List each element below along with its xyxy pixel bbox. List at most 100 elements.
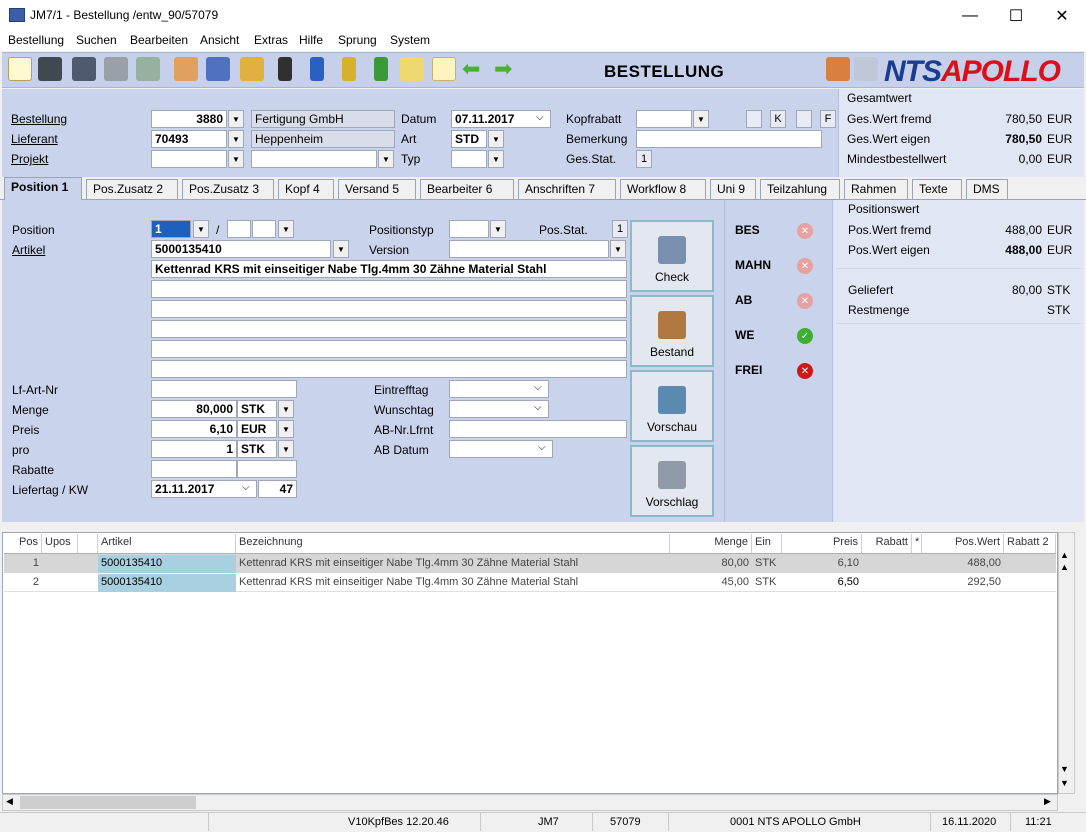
binder-black-icon[interactable] [278,57,292,81]
tab-workflow[interactable]: Workflow 8 [620,179,706,199]
menge-input[interactable]: 80,000 [151,400,237,418]
maximize-button[interactable]: ☐ [993,0,1039,31]
menu-suchen[interactable]: Suchen [76,33,117,47]
user-icon[interactable] [826,57,850,81]
tab-kopf[interactable]: Kopf 4 [278,179,334,199]
bestand-button[interactable]: Bestand [630,295,714,367]
scroll-bottom-icon[interactable]: ▼ [1060,778,1069,788]
artikel-dropdown[interactable]: ▼ [333,240,349,258]
tab-dms[interactable]: DMS [966,179,1008,199]
abdatum-chevron-down-icon[interactable]: ⌵ [538,442,546,453]
binoculars-icon[interactable] [38,57,62,81]
col-artikel[interactable]: Artikel [98,534,236,553]
version-input[interactable] [449,240,609,258]
vorschlag-button[interactable]: Vorschlag [630,445,714,517]
col-upos[interactable]: Upos [42,534,78,553]
menu-ansicht[interactable]: Ansicht [200,33,239,47]
col-bezeichnung[interactable]: Bezeichnung [236,534,670,553]
vorschau-button[interactable]: Vorschau [630,370,714,442]
upos-input-1[interactable] [227,220,251,238]
col-blank[interactable] [78,534,98,553]
datum-chevron-down-icon[interactable]: ⌵ [536,112,544,123]
folder-icon[interactable] [854,57,878,81]
binder-green-icon[interactable] [374,57,388,81]
pro-unit-dropdown[interactable]: ▼ [278,440,294,458]
kopfrabatt-dropdown[interactable]: ▼ [693,110,709,128]
menu-extras[interactable]: Extras [254,33,288,47]
menu-hilfe[interactable]: Hilfe [299,33,323,47]
menu-bestellung[interactable]: Bestellung [8,33,64,47]
bestellung-dropdown[interactable]: ▼ [228,110,244,128]
document-new-icon[interactable] [432,57,456,81]
scroll-top-icon[interactable]: ▲ [1060,550,1069,560]
description-line-2[interactable] [151,280,627,298]
scroll-left-icon[interactable]: ◀ [6,796,13,807]
arrow-left-icon[interactable]: ⬅ [462,58,480,80]
col-menge[interactable]: Menge [670,534,752,553]
preis-input[interactable]: 6,10 [151,420,237,438]
description-line-6[interactable] [151,360,627,378]
upos-input-2[interactable] [252,220,276,238]
artikel-input[interactable]: 5000135410 [151,240,331,258]
user-info-icon[interactable] [206,57,230,81]
menge-unit[interactable]: STK [237,400,277,418]
rabatte-input-2[interactable] [237,460,297,478]
kopfrabatt-input[interactable] [636,110,692,128]
tab-bearbeiter[interactable]: Bearbeiter 6 [420,179,514,199]
projekt-input[interactable] [151,150,227,168]
tab-rahmen[interactable]: Rahmen [844,179,908,199]
positionstyp-dropdown[interactable]: ▼ [490,220,506,238]
flag-k[interactable]: K [770,110,786,128]
binder-yellow-icon[interactable] [342,57,356,81]
recycle-icon[interactable] [136,57,160,81]
flag-f[interactable]: F [820,110,836,128]
binder-blue-icon[interactable] [310,57,324,81]
pro-input[interactable]: 1 [151,440,237,458]
close-button[interactable]: ✕ [1039,0,1085,31]
scroll-down-icon[interactable]: ▼ [1060,764,1069,774]
projekt-dropdown[interactable]: ▼ [228,150,244,168]
tab-uni[interactable]: Uni 9 [710,179,756,199]
eintrefftag-chevron-down-icon[interactable]: ⌵ [534,382,542,393]
scroll-right-icon[interactable]: ▶ [1044,796,1051,807]
menu-system[interactable]: System [390,33,430,47]
positionstyp-input[interactable] [449,220,489,238]
kw-input[interactable]: 47 [258,480,297,498]
bemerkung-input[interactable] [636,130,822,148]
art-dropdown[interactable]: ▼ [488,130,504,148]
lfartnr-input[interactable] [151,380,297,398]
new-document-icon[interactable] [8,57,32,81]
lieferant-label[interactable]: Lieferant [11,132,58,146]
lieferant-input[interactable]: 70493 [151,130,227,148]
col-pos[interactable]: Pos [4,534,42,553]
tab-versand[interactable]: Versand 5 [338,179,416,199]
menu-sprung[interactable]: Sprung [338,33,377,47]
col-poswert[interactable]: Pos.Wert [922,534,1004,553]
menu-bearbeiten[interactable]: Bearbeiten [130,33,188,47]
description-line-3[interactable] [151,300,627,318]
flag-box-1[interactable] [746,110,762,128]
projekt-name-input[interactable] [251,150,377,168]
col-rabatt[interactable]: Rabatt [862,534,912,553]
check-button[interactable]: Check [630,220,714,292]
liefertag-chevron-down-icon[interactable]: ⌵ [242,482,250,493]
version-dropdown[interactable]: ▼ [610,240,626,258]
bestellung-label[interactable]: Bestellung [11,112,67,126]
users-icon[interactable] [174,57,198,81]
preis-unit[interactable]: EUR [237,420,277,438]
upos-dropdown[interactable]: ▼ [278,220,294,238]
bestellung-input[interactable]: 3880 [151,110,227,128]
wunschtag-chevron-down-icon[interactable]: ⌵ [534,402,542,413]
projekt-label[interactable]: Projekt [11,152,48,166]
menge-unit-dropdown[interactable]: ▼ [278,400,294,418]
projekt-name-dropdown[interactable]: ▼ [378,150,394,168]
typ-input[interactable] [451,150,487,168]
description-line-4[interactable] [151,320,627,338]
tab-anschriften[interactable]: Anschriften 7 [518,179,616,199]
scroll-up-icon[interactable]: ▲ [1060,562,1069,572]
col-preis[interactable]: Preis [782,534,862,553]
artikel-label[interactable]: Artikel [12,243,45,257]
typ-dropdown[interactable]: ▼ [488,150,504,168]
preis-unit-dropdown[interactable]: ▼ [278,420,294,438]
col-rabatt-2[interactable]: Rabatt 2 [1004,534,1056,553]
